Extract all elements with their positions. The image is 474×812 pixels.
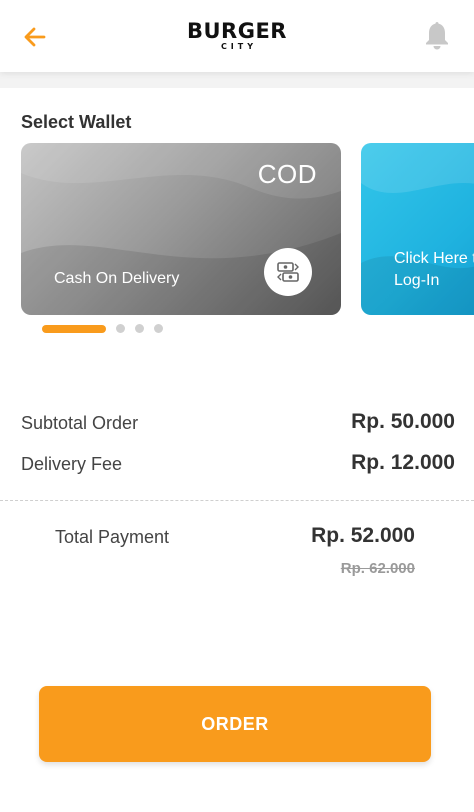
wallet-card-icon-badge xyxy=(264,248,312,296)
wallet-card-cod[interactable]: COD Cash On Delivery xyxy=(21,143,341,315)
bell-icon xyxy=(426,22,448,50)
cash-exchange-icon xyxy=(277,262,299,282)
order-button[interactable]: ORDER xyxy=(39,686,431,762)
logo-main-text: BURGER xyxy=(187,19,287,43)
original-total-value: Rp. 62.000 xyxy=(340,560,415,577)
subtotal-label: Subtotal Order xyxy=(21,413,139,433)
subtotal-value: Rp. 50.000 xyxy=(351,410,455,433)
wallet-card-login-label: Click Here to Log-In xyxy=(394,250,474,289)
pagination-dot-active[interactable] xyxy=(42,324,106,333)
app-logo: BURGER CITY xyxy=(0,20,474,52)
total-payment-label: Total Payment xyxy=(55,527,170,547)
wallet-card-badge: COD xyxy=(257,159,317,189)
select-wallet-title: Select Wallet xyxy=(21,112,132,132)
delivery-fee-value: Rp. 12.000 xyxy=(351,451,455,474)
wallet-card-label: Cash On Delivery xyxy=(54,270,180,287)
notification-button[interactable] xyxy=(420,18,454,52)
app-header: BURGER CITY xyxy=(0,0,474,72)
summary-divider xyxy=(0,500,474,501)
delivery-fee-label: Delivery Fee xyxy=(21,454,123,474)
pagination-dot[interactable] xyxy=(154,324,163,333)
wallet-carousel[interactable]: COD Cash On Delivery Click Here to Log-I… xyxy=(0,143,474,318)
wallet-card-login[interactable]: Click Here to Log-In xyxy=(361,143,474,315)
header-gap xyxy=(0,72,474,88)
pagination-dot[interactable] xyxy=(116,324,125,333)
carousel-pagination xyxy=(42,324,173,333)
logo-sub-text: CITY xyxy=(220,42,258,51)
total-payment-value: Rp. 52.000 xyxy=(311,524,415,547)
pagination-dot[interactable] xyxy=(135,324,144,333)
